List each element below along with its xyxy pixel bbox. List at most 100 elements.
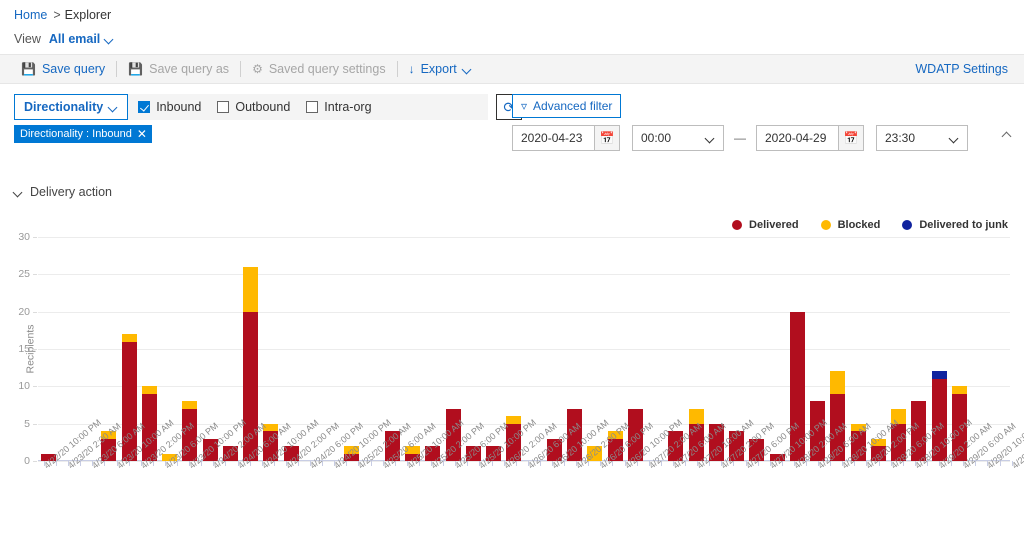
save-query-button[interactable]: 💾 Save query [10,54,116,84]
checkbox-outbound-label: Outbound [235,100,291,114]
section-title: Delivery action [30,185,112,199]
filter-tag-label: Directionality : Inbound [20,128,132,140]
chart-bar-segment [951,386,967,394]
chart-bar-segment [141,386,157,394]
end-time-select[interactable]: 23:30 [876,125,968,151]
chart-bar-segment [506,416,522,424]
wdatp-settings-link[interactable]: WDATP Settings [915,62,1014,76]
chart-legend: Delivered Blocked Delivered to junk [732,219,1008,231]
filter-icon: ▿ [521,99,528,113]
download-icon: ↓ [408,62,415,76]
y-axis-tick [33,311,37,313]
range-dash: — [734,131,746,145]
start-date-input[interactable]: 2020-04-23 [512,125,594,151]
start-time-value: 00:00 [641,131,672,145]
y-axis-tick-label: 20 [18,305,30,318]
chevron-down-icon [463,65,472,74]
checkbox-intra-org-label: Intra-org [324,100,372,114]
explorer-page: Home > Explorer View All email 💾 Save quer… [0,0,1024,534]
view-selector-label: All email [48,32,101,46]
breadcrumb-separator: > [53,8,61,22]
view-selector[interactable]: All email [49,32,114,46]
calendar-icon[interactable]: 📅 [594,125,620,151]
gear-icon: ⚙ [252,62,263,76]
delivery-action-section-header[interactable]: Delivery action [0,185,126,199]
chevron-down-icon [14,188,23,197]
checkbox-intra-org[interactable]: Intra-org [306,100,372,114]
y-axis-tick [33,461,37,462]
delivery-action-chart: Delivered Blocked Delivered to junk Recipi… [0,205,1024,530]
advanced-filter-label: Advanced filter [533,99,613,113]
breadcrumb-home[interactable]: Home [14,8,47,22]
date-range-row: 2020-04-23 📅 00:00 — 2020-04-29 📅 23:30 [512,125,968,151]
save-as-icon: 💾 [128,62,144,76]
legend-item[interactable]: Delivered to junk [902,219,1008,231]
legend-label: Blocked [837,219,881,231]
end-date-input[interactable]: 2020-04-29 [756,125,838,151]
grid-line [38,311,1010,313]
legend-color-swatch [732,220,743,230]
x-axis-labels: 4/22/20 10:00 PM 4/23/20 2:00 AM 4/23/20 6… [38,417,1024,531]
grid-line [38,237,1010,238]
save-icon: 💾 [21,62,36,76]
start-time-select[interactable]: 00:00 [632,125,724,151]
y-axis-tick [33,349,37,350]
collapse-all-button[interactable] [1003,128,1012,142]
view-label: View [14,32,41,46]
command-bar: 💾 Save query 💾 Save query as ⚙ Saved que… [0,54,1024,84]
y-axis-tick-label: 15 [18,343,30,355]
y-axis-tick [33,237,37,238]
checkbox-intra-org-box[interactable] [306,101,319,113]
end-date-group: 2020-04-29 📅 [756,125,864,151]
grid-line [38,349,1010,350]
breadcrumb: Home > Explorer [0,0,1024,28]
chart-bar-segment [182,401,198,409]
checkbox-inbound-box[interactable] [138,101,151,113]
filter-tag-directionality[interactable]: Directionality : Inbound ✕ [14,125,152,143]
end-time-value: 23:30 [885,131,916,145]
y-axis-tick [33,386,37,388]
start-date-group: 2020-04-23 📅 [512,125,620,151]
filter-zone: Directionality Inbound Outbound Intra-or… [0,84,1024,151]
directionality-button-label: Directionality [24,100,104,114]
checkbox-inbound[interactable]: Inbound [138,100,201,114]
advanced-filter-zone: ▿ Advanced filter 2020-04-23 📅 00:00 — 2… [512,94,968,151]
legend-label: Delivered [749,219,799,231]
legend-label: Delivered to junk [919,219,1008,231]
grid-line [38,386,1010,388]
view-row: View All email [0,28,1024,54]
chart-bar-segment [931,371,947,379]
save-query-as-label: Save query as [149,62,230,76]
y-axis-tick-label: 25 [18,268,30,281]
breadcrumb-current: Explorer [64,8,112,22]
advanced-filter-button[interactable]: ▿ Advanced filter [512,94,622,118]
legend-item[interactable]: Blocked [820,219,881,231]
y-axis-tick-label: 5 [24,417,30,430]
checkbox-outbound-box[interactable] [217,101,230,113]
directionality-button[interactable]: Directionality [14,94,129,120]
y-axis-tick [33,423,37,425]
chart-bar-segment [830,371,846,394]
y-axis-tick-label: 0 [24,455,30,467]
checkbox-outbound[interactable]: Outbound [217,100,290,114]
close-icon[interactable]: ✕ [134,127,150,141]
y-axis-tick-label: 10 [18,380,30,393]
chevron-down-icon [950,134,959,143]
y-axis-tick [33,274,37,276]
calendar-icon[interactable]: 📅 [838,125,864,151]
save-query-as-button[interactable]: 💾 Save query as [117,54,240,84]
legend-item[interactable]: Delivered [732,219,799,231]
chart-bar-segment [121,334,137,342]
chevron-down-icon [109,103,118,112]
directionality-options: Inbound Outbound Intra-org [128,94,489,120]
grid-line [38,274,1010,276]
chevron-down-icon [706,134,715,143]
chevron-up-icon [1003,130,1012,139]
checkbox-inbound-label: Inbound [156,100,202,114]
saved-query-settings-label: Saved query settings [268,62,386,76]
y-axis-tick-label: 30 [18,231,30,243]
save-query-label: Save query [41,62,106,76]
export-button[interactable]: ↓ Export [398,54,483,84]
export-label: Export [420,62,457,76]
saved-query-settings-button[interactable]: ⚙ Saved query settings [241,54,397,84]
